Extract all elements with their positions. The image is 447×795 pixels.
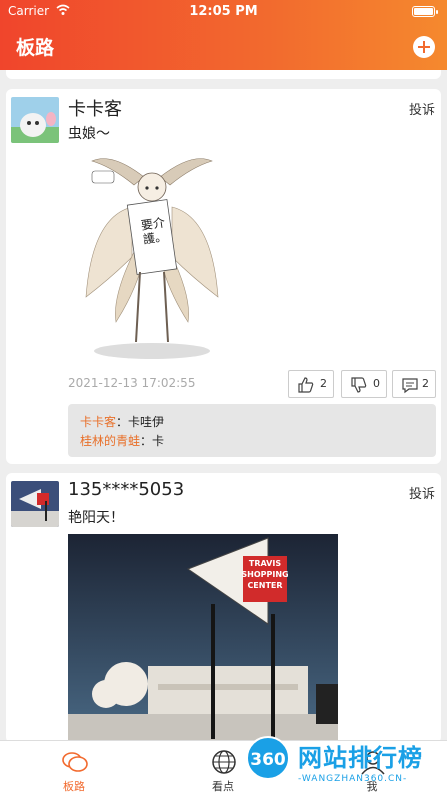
post-timestamp: 2021-12-13 17:02:55 — [68, 376, 196, 390]
thumbs-down-icon — [351, 377, 367, 393]
comment-text: 卡哇伊 — [128, 415, 165, 429]
avatar-image — [11, 97, 59, 143]
thumbs-up-icon — [298, 377, 314, 393]
report-button[interactable]: 投诉 — [409, 99, 435, 118]
globe-icon — [212, 750, 236, 774]
avatar[interactable] — [11, 481, 59, 527]
moth-girl-illustration — [72, 147, 232, 362]
tab-board[interactable]: 板路 — [44, 741, 104, 795]
comment-count: 2 — [422, 377, 429, 390]
tab-label: 板路 — [63, 780, 85, 793]
page-title: 板路 — [16, 37, 55, 59]
comment-button[interactable]: 2 — [392, 370, 436, 398]
watermark-badge: 360 — [246, 736, 290, 780]
comment-author[interactable]: 卡卡客 — [80, 415, 116, 429]
comment-item[interactable]: 桂林的青蛙：卡 — [80, 432, 164, 449]
post-username[interactable]: 135****5053 — [68, 479, 184, 500]
chat-bubbles-icon — [62, 752, 88, 772]
status-bar: Carrier 12:05 PM — [0, 0, 447, 22]
sign-text: TRAVIS SHOPPING CENTER — [241, 559, 289, 590]
avatar[interactable] — [11, 97, 59, 143]
watermark: 360 网站排行榜 -WANGZHAN360.CN- — [240, 733, 445, 795]
watermark-title: 网站排行榜 — [298, 744, 423, 772]
post-text: 艳阳天！ — [68, 510, 124, 526]
avatar-image — [11, 481, 59, 527]
comment-list: 卡卡客：卡哇伊 桂林的青蛙：卡 — [68, 404, 436, 457]
illustration-sign-text: 要介護。 — [140, 215, 168, 247]
like-button[interactable]: 2 — [288, 370, 334, 398]
comment-icon — [402, 378, 418, 394]
add-post-button[interactable] — [413, 36, 435, 58]
dislike-count: 0 — [373, 377, 380, 390]
post-card: 135****5053 投诉 艳阳天！ TRAVIS SHOPPING CENT — [6, 473, 441, 743]
previous-post-card — [6, 70, 441, 79]
post-username[interactable]: 卡卡客 — [68, 95, 122, 121]
app-header: Carrier 12:05 PM 板路 — [0, 0, 447, 70]
comment-author[interactable]: 桂林的青蛙 — [80, 434, 140, 448]
status-time: 12:05 PM — [189, 4, 258, 19]
post-text: 虫娘～ — [68, 126, 110, 142]
like-count: 2 — [320, 377, 327, 390]
watermark-subtitle: -WANGZHAN360.CN- — [298, 774, 408, 784]
dislike-button[interactable]: 0 — [341, 370, 387, 398]
post-image[interactable]: 要介護。 — [72, 147, 232, 362]
travis-shopping-center-photo — [68, 534, 338, 743]
report-button[interactable]: 投诉 — [409, 483, 435, 502]
comment-text: 卡 — [152, 434, 165, 448]
comment-item[interactable]: 卡卡客：卡哇伊 — [80, 413, 164, 430]
post-card: 卡卡客 投诉 虫娘～ 要介護。 2021-12-13 17:02:55 2 0 … — [6, 89, 441, 464]
battery-icon — [412, 6, 438, 17]
post-image[interactable]: TRAVIS SHOPPING CENTER — [68, 534, 338, 743]
